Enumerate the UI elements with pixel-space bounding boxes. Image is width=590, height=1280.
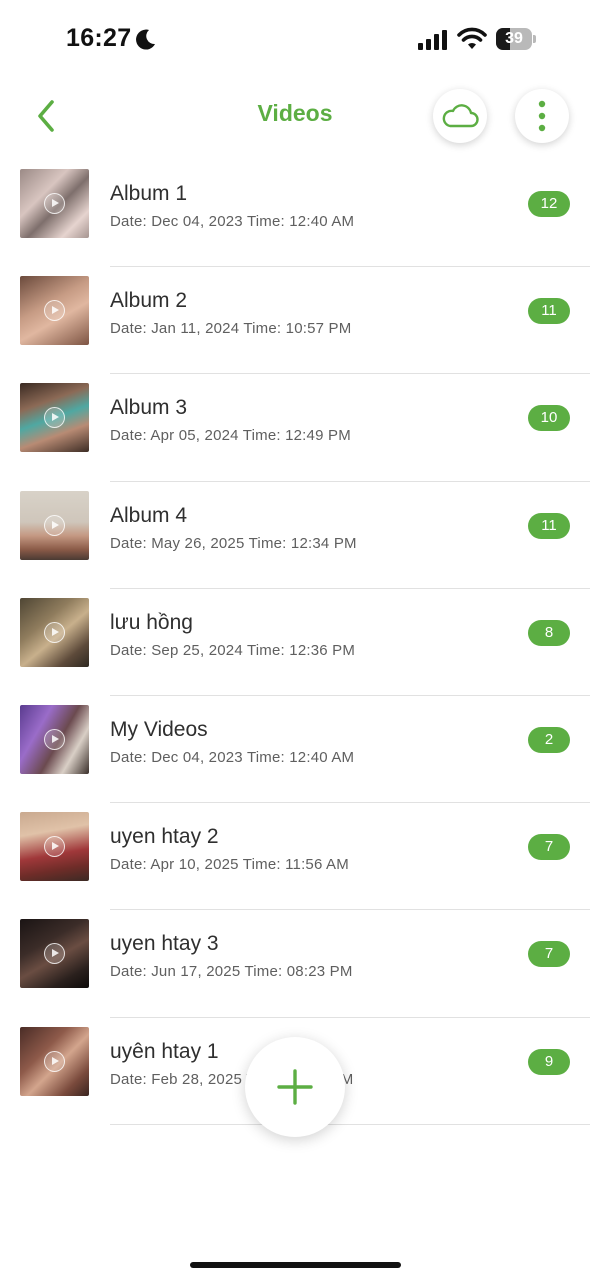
play-icon xyxy=(44,514,65,536)
play-icon xyxy=(44,836,65,858)
play-icon xyxy=(44,728,65,750)
album-row[interactable]: Album 3 Date: Apr 05, 2024 Time: 12:49 P… xyxy=(0,374,590,482)
page-title: Videos xyxy=(257,100,333,126)
more-vertical-icon xyxy=(538,100,546,132)
album-date: Date: Dec 04, 2023 Time: 12:40 AM xyxy=(110,213,355,230)
battery-text: 39 xyxy=(505,30,523,47)
album-name: My Videos xyxy=(110,717,208,741)
cloud-button[interactable] xyxy=(433,89,487,143)
album-name: uyen htay 2 xyxy=(110,825,219,849)
video-count-badge: 7 xyxy=(528,941,570,968)
album-name: Album 3 xyxy=(110,396,188,420)
album-thumbnail xyxy=(20,1026,89,1096)
play-icon xyxy=(44,943,65,965)
album-row[interactable]: uyen htay 2 Date: Apr 10, 2025 Time: 11:… xyxy=(0,803,590,911)
album-thumbnail xyxy=(20,704,89,774)
album-thumbnail xyxy=(20,919,89,989)
album-thumbnail xyxy=(20,597,89,667)
album-thumbnail xyxy=(20,169,89,238)
album-thumbnail xyxy=(20,490,89,560)
video-count-badge: 12 xyxy=(528,191,570,217)
album-thumbnail xyxy=(20,383,89,453)
album-row[interactable]: uyen htay 3 Date: Jun 17, 2025 Time: 08:… xyxy=(0,910,590,1018)
album-thumbnail xyxy=(20,276,89,346)
play-icon xyxy=(44,300,65,322)
cloud-icon xyxy=(442,104,479,128)
add-album-button[interactable] xyxy=(245,1037,345,1137)
album-row[interactable]: Album 1 Date: Dec 04, 2023 Time: 12:40 A… xyxy=(0,160,590,268)
album-date: Date: Dec 04, 2023 Time: 12:40 AM xyxy=(110,748,355,766)
album-date: Date: Apr 10, 2025 Time: 11:56 AM xyxy=(110,856,349,874)
signal-icon xyxy=(418,30,447,50)
album-name: uyên htay 1 xyxy=(110,1039,219,1063)
divider xyxy=(110,1123,590,1125)
wifi-icon xyxy=(457,27,487,49)
album-date: Date: Jun 17, 2025 Time: 08:23 PM xyxy=(110,963,353,981)
album-date: Date: Sep 25, 2024 Time: 12:36 PM xyxy=(110,641,356,659)
album-list: Album 1 Date: Dec 04, 2023 Time: 12:40 A… xyxy=(0,160,590,1125)
video-count-badge: 11 xyxy=(528,298,570,325)
album-name: Album 1 xyxy=(110,182,188,205)
album-row[interactable]: My Videos Date: Dec 04, 2023 Time: 12:40… xyxy=(0,696,590,804)
album-name: lưu hồng xyxy=(110,610,193,634)
play-icon xyxy=(44,621,65,643)
album-name: Album 2 xyxy=(110,289,188,313)
album-row[interactable]: Album 4 Date: May 26, 2025 Time: 12:34 P… xyxy=(0,482,590,589)
video-count-badge: 11 xyxy=(528,512,570,539)
videos-screen: 16:27 39 Videos Album 1 Date: Dec 04, 20… xyxy=(0,0,590,1280)
album-date: Date: Jan 11, 2024 Time: 10:57 PM xyxy=(110,320,352,338)
album-row[interactable]: lưu hồng Date: Sep 25, 2024 Time: 12:36 … xyxy=(0,589,590,696)
video-count-badge: 7 xyxy=(528,834,570,861)
video-count-badge: 9 xyxy=(528,1048,570,1075)
album-name: uyen htay 3 xyxy=(110,932,219,956)
status-bar: 16:27 39 xyxy=(0,0,590,80)
album-date: Date: Apr 05, 2024 Time: 12:49 PM xyxy=(110,427,351,445)
app-header: Videos xyxy=(0,80,590,156)
video-count-badge: 2 xyxy=(528,726,570,753)
play-icon xyxy=(44,407,65,429)
album-date: Date: May 26, 2025 Time: 12:34 PM xyxy=(110,534,357,552)
album-thumbnail xyxy=(20,812,89,882)
play-icon xyxy=(44,193,65,214)
album-row[interactable]: Album 2 Date: Jan 11, 2024 Time: 10:57 P… xyxy=(0,267,590,375)
more-options-button[interactable] xyxy=(515,89,569,143)
battery-icon: 39 xyxy=(496,28,536,50)
video-count-badge: 10 xyxy=(528,405,570,432)
album-name: Album 4 xyxy=(110,503,188,527)
home-indicator xyxy=(190,1262,401,1268)
moon-icon xyxy=(136,29,155,50)
plus-icon xyxy=(277,1069,313,1105)
status-time: 16:27 xyxy=(66,24,132,52)
play-icon xyxy=(44,1050,65,1072)
video-count-badge: 8 xyxy=(528,619,570,646)
